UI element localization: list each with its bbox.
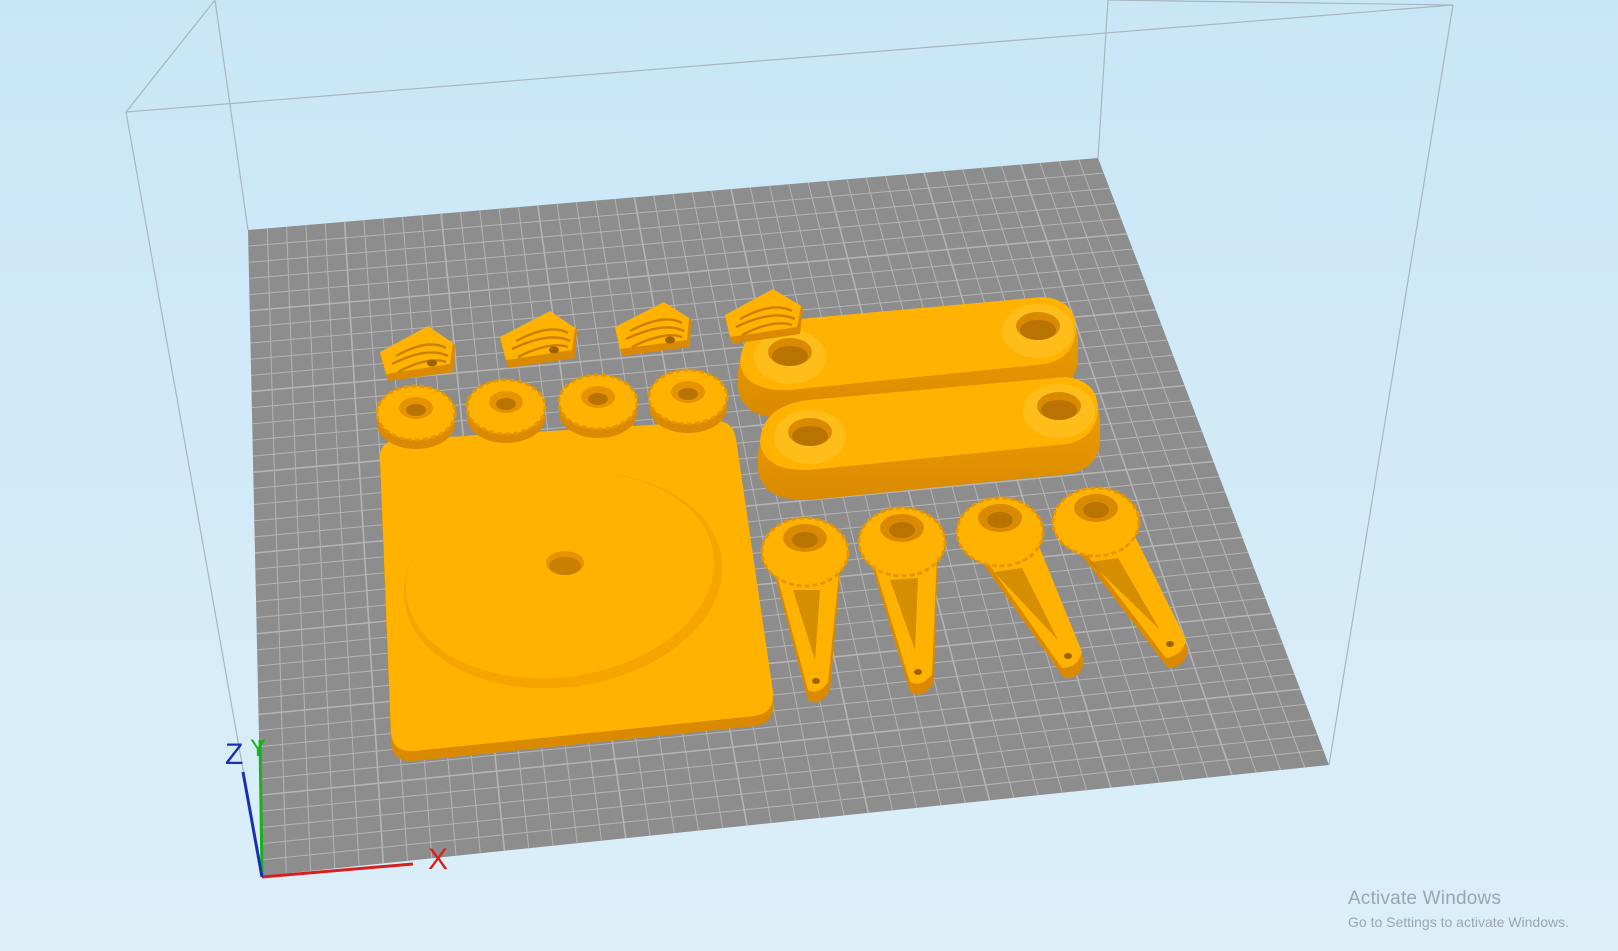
windows-activation-watermark: Activate Windows Go to Settings to activ… [1348, 888, 1569, 930]
x-axis-label: X [428, 843, 448, 876]
y-axis-label: Y [250, 735, 266, 762]
watermark-subtitle: Go to Settings to activate Windows. [1348, 914, 1569, 930]
knob-model-4[interactable] [647, 368, 729, 433]
knob-model-2[interactable] [465, 378, 547, 443]
knob-model-3[interactable] [557, 373, 639, 438]
z-axis-label: Z [225, 738, 243, 771]
square-base-model[interactable] [380, 421, 774, 762]
z-axis-line [241, 771, 264, 878]
knob-model-1[interactable] [375, 384, 457, 449]
watermark-title: Activate Windows [1348, 888, 1502, 909]
3d-viewport[interactable]: X Z Y [0, 0, 1618, 951]
